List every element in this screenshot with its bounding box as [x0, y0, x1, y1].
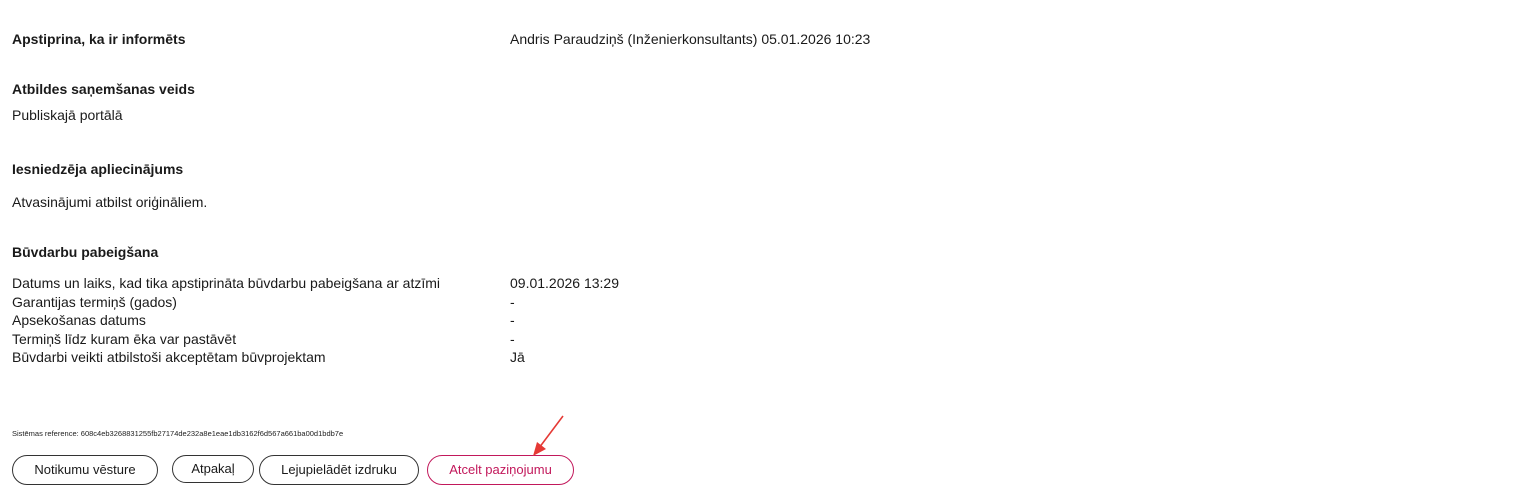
back-button[interactable]: Atpakaļ	[172, 455, 254, 483]
system-reference: Sistēmas reference: 608c4eb3268831255fb2…	[12, 429, 344, 438]
completion-details: Datums un laiks, kad tika apstiprināta b…	[12, 274, 912, 367]
completion-row-value: 09.01.2026 13:29	[510, 275, 619, 291]
completion-row-label: Datums un laiks, kad tika apstiprināta b…	[12, 275, 441, 291]
confirmation-value: Andris Paraudziņš (Inženierkonsultants) …	[510, 31, 871, 47]
completion-row-value: Jā	[510, 349, 525, 365]
submitter-statement-heading: Iesniedzēja apliecinājums	[12, 161, 184, 177]
completion-row: Termiņš līdz kuram ēka var pastāvēt -	[12, 330, 912, 349]
download-printout-button[interactable]: Lejupielādēt izdruku	[259, 455, 419, 485]
response-type-value: Publiskajā portālā	[12, 107, 123, 123]
event-history-button[interactable]: Notikumu vēsture	[12, 455, 158, 485]
completion-heading: Būvdarbu pabeigšana	[12, 244, 159, 260]
completion-row: Datums un laiks, kad tika apstiprināta b…	[12, 274, 912, 293]
response-type-heading: Atbildes saņemšanas veids	[12, 81, 195, 97]
completion-row: Apsekošanas datums -	[12, 311, 912, 330]
submitter-statement-value: Atvasinājumi atbilst oriģināliem.	[12, 194, 208, 210]
completion-row: Būvdarbi veikti atbilstoši akceptētam bū…	[12, 348, 912, 367]
completion-row-value: -	[510, 330, 515, 347]
completion-row-label: Garantijas termiņš (gados)	[12, 293, 177, 310]
completion-row-label: Termiņš līdz kuram ēka var pastāvēt	[12, 330, 237, 347]
completion-row-value: -	[510, 312, 515, 328]
completion-row-label: Būvdarbi veikti atbilstoši akceptētam bū…	[12, 349, 326, 365]
completion-row-value: -	[510, 293, 515, 310]
cancel-notification-button[interactable]: Atcelt paziņojumu	[427, 455, 574, 485]
confirmation-label: Apstiprina, ka ir informēts	[12, 31, 186, 47]
completion-row-label: Apsekošanas datums	[12, 312, 146, 328]
notification-detail-page: Apstiprina, ka ir informēts Andris Parau…	[12, 0, 1512, 501]
completion-row: Garantijas termiņš (gados) -	[12, 293, 912, 312]
